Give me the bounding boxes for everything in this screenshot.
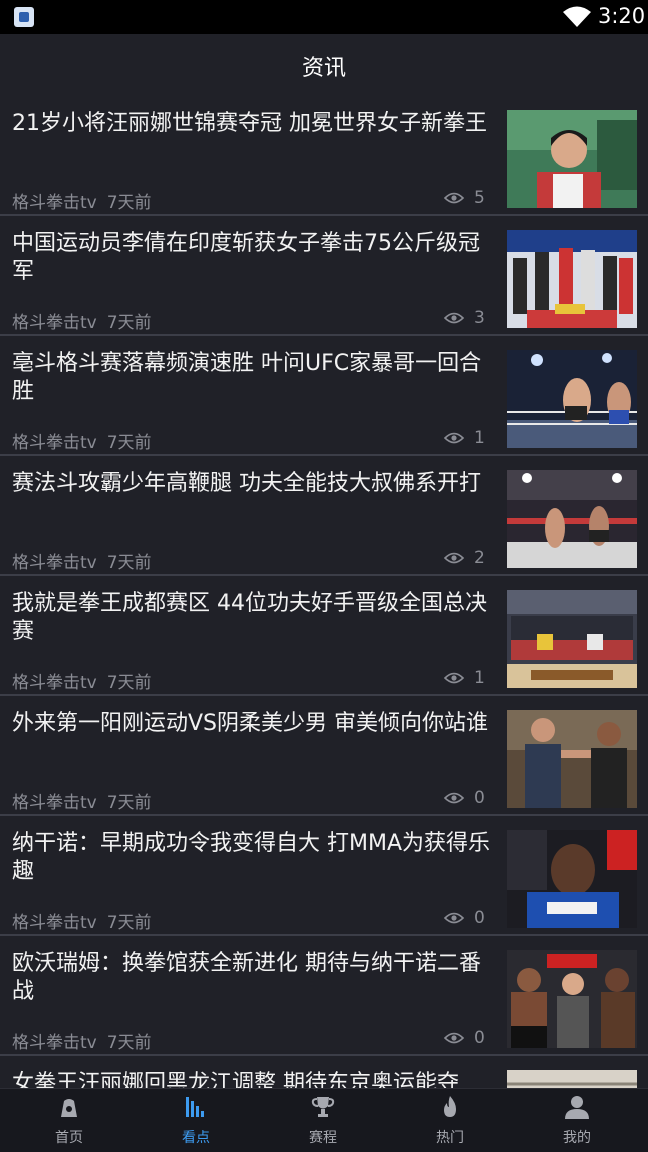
news-time: 7天前 <box>106 673 152 693</box>
eye-icon <box>444 192 464 204</box>
news-item[interactable]: 赛法斗攻霸少年高鞭腿 功夫全能技大叔佛系开打 格斗拳击tv 7天前 2 <box>0 456 648 576</box>
app-icon <box>14 7 34 27</box>
tab-hot[interactable]: 热门 <box>400 1089 500 1152</box>
view-count-value: 0 <box>474 1028 485 1048</box>
tab-schedule[interactable]: 赛程 <box>273 1089 373 1152</box>
tab-label: 看点 <box>182 1130 210 1146</box>
tab-me[interactable]: 我的 <box>527 1089 627 1152</box>
news-source: 格斗拳击tv <box>12 433 97 453</box>
news-item[interactable]: 纳干诺：早期成功令我变得自大 打MMA为获得乐趣 格斗拳击tv 7天前 0 <box>0 816 648 936</box>
view-count: 5 <box>444 188 485 208</box>
news-time: 7天前 <box>106 1033 152 1053</box>
tab-watch[interactable]: 看点 <box>146 1089 246 1152</box>
news-title: 赛法斗攻霸少年高鞭腿 功夫全能技大叔佛系开打 <box>12 471 481 496</box>
view-count-value: 5 <box>474 188 485 208</box>
news-item[interactable]: 中国运动员李倩在印度斩获女子拳击75公斤级冠军 格斗拳击tv 7天前 3 <box>0 216 648 336</box>
person-icon <box>565 1096 589 1119</box>
news-title: 中国运动员李倩在印度斩获女子拳击75公斤级冠军 <box>12 231 480 284</box>
news-time: 7天前 <box>106 193 152 213</box>
tab-home[interactable]: 首页 <box>19 1089 119 1152</box>
news-item[interactable]: 女拳王汪丽娜回黑龙江调整 期待东京奥运能夺 <box>0 1056 648 1088</box>
tab-label: 赛程 <box>309 1130 337 1146</box>
view-count-value: 2 <box>474 548 485 568</box>
flame-icon <box>444 1096 456 1117</box>
view-count: 2 <box>444 548 485 568</box>
view-count-value: 0 <box>474 788 485 808</box>
wifi-icon <box>563 6 591 27</box>
view-count-value: 1 <box>474 668 485 688</box>
bar-chart-icon <box>186 1097 204 1117</box>
view-count: 1 <box>444 668 485 688</box>
news-item[interactable]: 亳斗格斗赛落幕频演速胜 叶问UFC家暴哥一回合胜 格斗拳击tv 7天前 1 <box>0 336 648 456</box>
view-count-value: 0 <box>474 908 485 928</box>
group-photo-image[interactable] <box>507 590 637 688</box>
news-title: 纳干诺：早期成功令我变得自大 打MMA为获得乐趣 <box>12 831 491 884</box>
view-count: 0 <box>444 788 485 808</box>
news-time: 7天前 <box>106 913 152 933</box>
podium-ceremony-image[interactable] <box>507 230 637 328</box>
eye-icon <box>444 912 464 924</box>
news-time: 7天前 <box>106 313 152 333</box>
eye-icon <box>444 312 464 324</box>
eye-icon <box>444 432 464 444</box>
news-time: 7天前 <box>106 433 152 453</box>
news-title: 21岁小将汪丽娜世锦赛夺冠 加冕世界女子新拳王 <box>12 111 487 136</box>
news-meta: 格斗拳击tv 7天前 <box>12 548 152 573</box>
ufc-weighin-image[interactable] <box>507 950 637 1048</box>
faceoff-image[interactable] <box>507 710 637 808</box>
news-meta: 格斗拳击tv 7天前 <box>12 788 152 813</box>
home-bag-icon <box>61 1099 77 1117</box>
boxer-portrait-image[interactable] <box>507 110 637 208</box>
eye-icon <box>444 792 464 804</box>
news-source: 格斗拳击tv <box>12 193 97 213</box>
tab-label: 热门 <box>436 1130 464 1146</box>
news-source: 格斗拳击tv <box>12 793 97 813</box>
news-title: 女拳王汪丽娜回黑龙江调整 期待东京奥运能夺 <box>12 1071 459 1088</box>
news-meta: 格斗拳击tv 7天前 <box>12 308 152 333</box>
view-count: 1 <box>444 428 485 448</box>
news-meta: 格斗拳击tv 7天前 <box>12 908 152 933</box>
page-title: 资讯 <box>301 56 346 81</box>
news-meta: 格斗拳击tv 7天前 <box>12 1028 152 1053</box>
tab-label: 我的 <box>563 1130 591 1146</box>
news-feed[interactable]: 21岁小将汪丽娜世锦赛夺冠 加冕世界女子新拳王 格斗拳击tv 7天前 5 中国运动… <box>0 96 648 1088</box>
trophy-icon <box>311 1097 335 1117</box>
news-source: 格斗拳击tv <box>12 553 97 573</box>
news-title: 亳斗格斗赛落幕频演速胜 叶问UFC家暴哥一回合胜 <box>12 351 482 404</box>
news-item[interactable]: 外来第一阳刚运动VS阴柔美少男 审美倾向你站谁 格斗拳击tv 7天前 0 <box>0 696 648 816</box>
news-item[interactable]: 21岁小将汪丽娜世锦赛夺冠 加冕世界女子新拳王 格斗拳击tv 7天前 5 <box>0 96 648 216</box>
view-count: 3 <box>444 308 485 328</box>
news-title: 外来第一阳刚运动VS阴柔美少男 审美倾向你站谁 <box>12 711 489 736</box>
news-title: 我就是拳王成都赛区 44位功夫好手晋级全国总决赛 <box>12 591 487 644</box>
view-count: 0 <box>444 1028 485 1048</box>
status-time: 3:20 <box>598 4 646 28</box>
news-item[interactable]: 我就是拳王成都赛区 44位功夫好手晋级全国总决赛 格斗拳击tv 7天前 1 <box>0 576 648 696</box>
eye-icon <box>444 1032 464 1044</box>
ufc-fighter-image[interactable] <box>507 830 637 928</box>
news-time: 7天前 <box>106 553 152 573</box>
news-meta: 格斗拳击tv 7天前 <box>12 428 152 453</box>
status-bar: 3:20 <box>0 0 648 34</box>
bottom-tab-bar: 首页 看点 赛程 热门 我的 <box>0 1088 648 1152</box>
view-count-value: 1 <box>474 428 485 448</box>
news-item[interactable]: 欧沃瑞姆：换拳馆获全新进化 期待与纳干诺二番战 格斗拳击tv 7天前 0 <box>0 936 648 1056</box>
news-meta: 格斗拳击tv 7天前 <box>12 188 152 213</box>
news-source: 格斗拳击tv <box>12 673 97 693</box>
view-count: 0 <box>444 908 485 928</box>
nav-bar: 资讯 <box>0 34 648 96</box>
news-time: 7天前 <box>106 793 152 813</box>
news-meta: 格斗拳击tv 7天前 <box>12 668 152 693</box>
eye-icon <box>444 672 464 684</box>
gym-image[interactable] <box>507 1070 637 1088</box>
eye-icon <box>444 552 464 564</box>
tab-label: 首页 <box>55 1130 83 1146</box>
news-source: 格斗拳击tv <box>12 1033 97 1053</box>
news-source: 格斗拳击tv <box>12 913 97 933</box>
view-count-value: 3 <box>474 308 485 328</box>
ring-fight-image[interactable] <box>507 350 637 448</box>
news-source: 格斗拳击tv <box>12 313 97 333</box>
news-title: 欧沃瑞姆：换拳馆获全新进化 期待与纳干诺二番战 <box>12 951 481 1004</box>
kick-fight-image[interactable] <box>507 470 637 568</box>
